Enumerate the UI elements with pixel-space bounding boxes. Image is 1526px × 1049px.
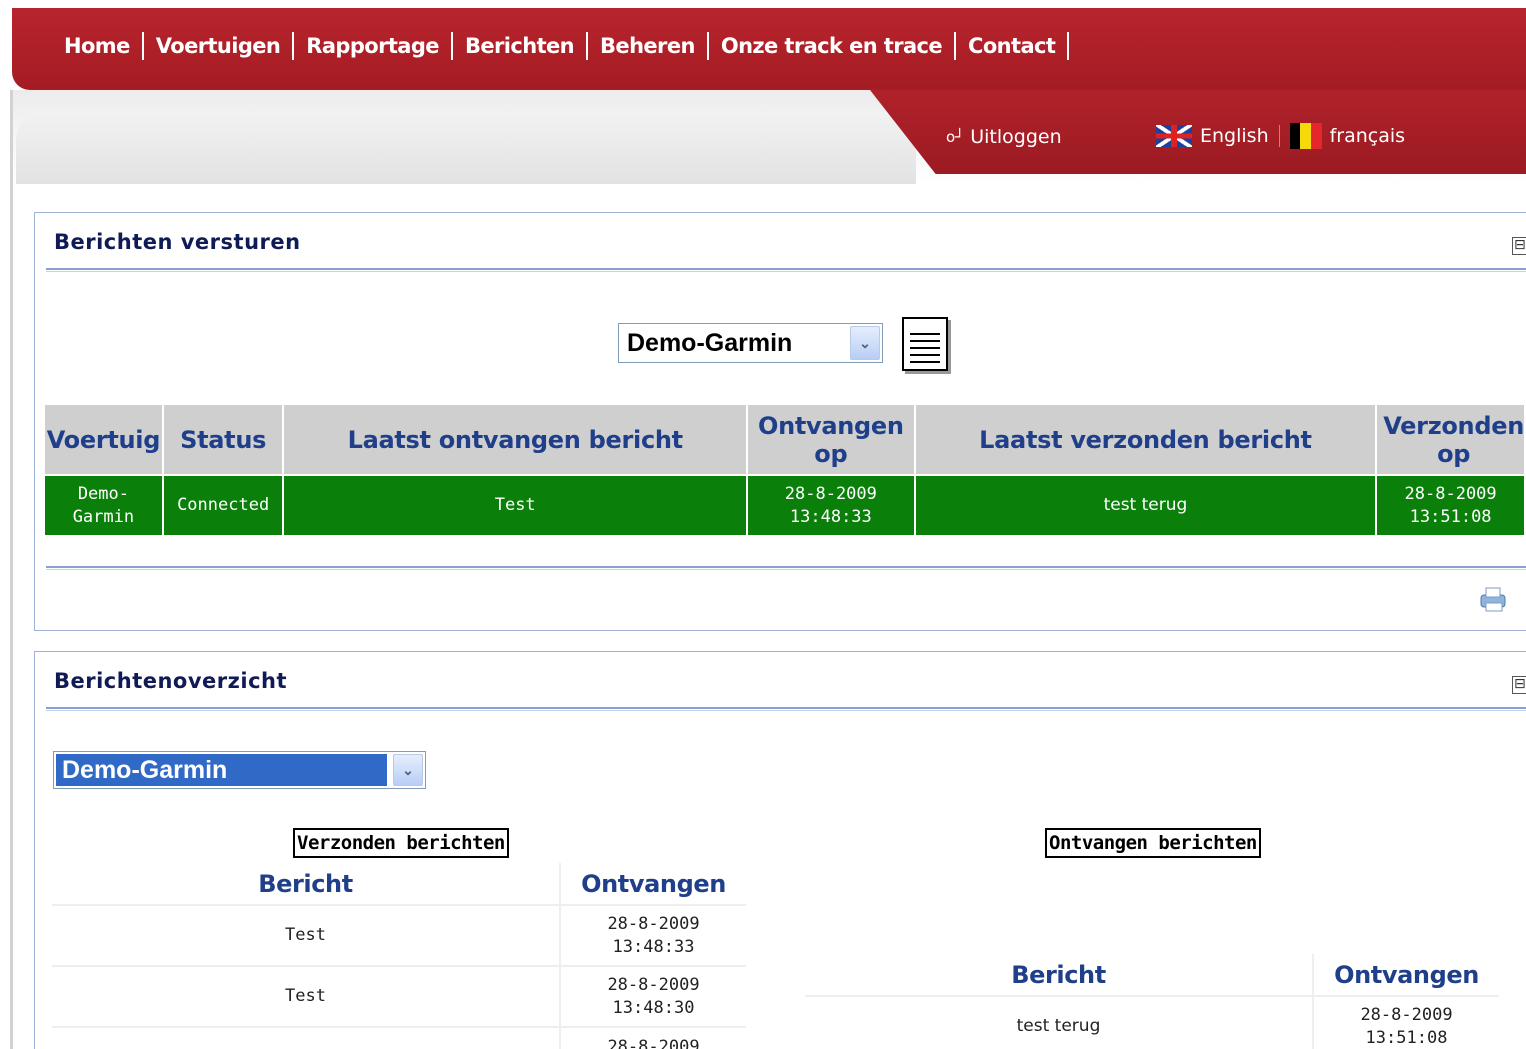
lang-separator xyxy=(1278,125,1280,147)
received-messages-table: Bericht Ontvangen test terug 28-8-2009 1… xyxy=(805,954,1499,1049)
table-header-row: Bericht Ontvangen xyxy=(805,954,1499,997)
belgium-flag-icon[interactable] xyxy=(1289,123,1322,149)
column-header: Bericht xyxy=(805,954,1314,997)
panel-title: Berichten versturen xyxy=(54,230,301,254)
vehicle-select-value: Demo-Garmin xyxy=(627,328,793,357)
table-header-row: Bericht Ontvangen xyxy=(52,863,746,906)
panel-divider xyxy=(46,268,1526,272)
header-tab xyxy=(16,112,916,184)
table-cell: Test xyxy=(52,905,561,967)
panel-title: Berichtenoverzicht xyxy=(54,669,288,693)
overview-vehicle-select[interactable]: Demo-Garmin ⌄ xyxy=(53,751,426,789)
table-cell: 28-8-2009 13:48:33 xyxy=(746,475,916,535)
uk-flag-icon[interactable] xyxy=(1156,125,1192,147)
table-row[interactable]: test terug 28-8-2009 13:51:08 xyxy=(805,996,1499,1049)
lang-french[interactable]: français xyxy=(1330,125,1405,147)
vehicle-select[interactable]: Demo-Garmin ⌄ xyxy=(618,323,883,363)
nav-separator xyxy=(586,32,589,60)
vehicle-status-table: Voertuig Status Laatst ontvangen bericht… xyxy=(45,405,1526,535)
column-header: Verzonden op xyxy=(1376,405,1526,476)
language-switcher: English français xyxy=(1156,123,1405,149)
table-cell: test terug xyxy=(805,996,1314,1049)
lang-english[interactable]: English xyxy=(1200,125,1269,147)
table-row[interactable]: 28-8-2009 xyxy=(52,1027,746,1049)
nav-separator xyxy=(450,32,453,60)
table-cell xyxy=(52,1027,561,1049)
table-row[interactable]: Test 28-8-2009 13:48:30 xyxy=(52,966,746,1028)
table-cell: Connected xyxy=(162,475,285,535)
top-navigation: Home Voertuigen Rapportage Berichten Beh… xyxy=(12,8,1526,90)
table-cell: 28-8-2009 xyxy=(560,1027,746,1049)
user-bar: o┘ Uitloggen English français xyxy=(870,90,1526,174)
nav-menu: Home Voertuigen Rapportage Berichten Beh… xyxy=(62,32,1079,60)
collapse-icon[interactable]: ⊟ xyxy=(1512,676,1526,694)
nav-separator xyxy=(954,32,957,60)
table-row[interactable]: Test 28-8-2009 13:48:33 xyxy=(52,905,746,967)
nav-separator xyxy=(292,32,295,60)
logout-link[interactable]: o┘ Uitloggen xyxy=(946,126,1062,148)
received-messages-title: Ontvangen berichten xyxy=(1045,828,1261,858)
table-cell: 28-8-2009 13:48:33 xyxy=(560,905,746,967)
nav-contact[interactable]: Contact xyxy=(966,34,1067,58)
table-cell: 28-8-2009 13:48:30 xyxy=(560,966,746,1028)
key-icon: o┘ xyxy=(946,128,965,146)
table-row[interactable]: Demo-Garmin Connected Test 28-8-2009 13:… xyxy=(45,475,1526,535)
table-cell: Test xyxy=(283,475,748,535)
logout-label: Uitloggen xyxy=(970,126,1062,148)
column-header: Status xyxy=(162,405,285,476)
nav-rapportage[interactable]: Rapportage xyxy=(304,34,451,58)
column-header: Laatst verzonden bericht xyxy=(914,405,1378,476)
column-header: Laatst ontvangen bericht xyxy=(283,405,748,476)
nav-track-en-trace[interactable]: Onze track en trace xyxy=(719,34,954,58)
table-cell: 28-8-2009 13:51:08 xyxy=(1376,475,1526,535)
nav-beheren[interactable]: Beheren xyxy=(598,34,707,58)
collapse-icon[interactable]: ⊟ xyxy=(1512,237,1526,255)
panel-divider xyxy=(46,566,1526,570)
column-header: Voertuig xyxy=(45,405,164,476)
table-cell: 28-8-2009 13:51:08 xyxy=(1313,996,1499,1049)
column-header: Ontvangen xyxy=(1313,954,1499,997)
nav-berichten[interactable]: Berichten xyxy=(463,34,586,58)
panel-divider xyxy=(46,707,1526,711)
column-header: Bericht xyxy=(52,863,561,906)
table-cell: test terug xyxy=(914,475,1378,535)
overview-select-value: Demo-Garmin xyxy=(56,754,387,786)
left-border xyxy=(10,90,13,1049)
print-icon[interactable] xyxy=(1478,585,1510,613)
column-header: Ontvangen op xyxy=(746,405,916,476)
nav-voertuigen[interactable]: Voertuigen xyxy=(154,34,293,58)
table-cell: Test xyxy=(52,966,561,1028)
new-message-icon[interactable] xyxy=(902,317,948,371)
sent-messages-table: Bericht Ontvangen Test 28-8-2009 13:48:3… xyxy=(52,863,746,1049)
chevron-down-icon[interactable]: ⌄ xyxy=(393,754,423,786)
nav-separator xyxy=(141,32,144,60)
table-cell: Demo-Garmin xyxy=(45,475,164,535)
chevron-down-icon[interactable]: ⌄ xyxy=(850,326,880,360)
nav-separator xyxy=(706,32,709,60)
nav-separator xyxy=(1067,32,1070,60)
table-header-row: Voertuig Status Laatst ontvangen bericht… xyxy=(45,405,1526,476)
sent-messages-title: Verzonden berichten xyxy=(293,828,509,858)
nav-home[interactable]: Home xyxy=(62,34,142,58)
column-header: Ontvangen xyxy=(560,863,746,906)
